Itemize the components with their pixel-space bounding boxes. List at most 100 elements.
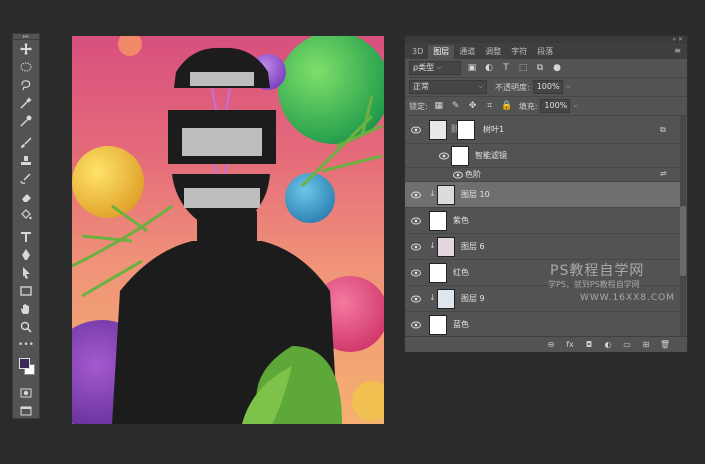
path-select-tool[interactable] bbox=[13, 264, 39, 282]
lasso-tool[interactable] bbox=[13, 76, 39, 94]
eye-icon[interactable] bbox=[411, 321, 421, 329]
more-tools-button[interactable]: ••• bbox=[13, 336, 39, 354]
paint-bucket-icon bbox=[21, 209, 32, 220]
layer-filter-select[interactable]: ρ类型 ⌵ bbox=[409, 61, 461, 75]
zoom-tool[interactable] bbox=[13, 318, 39, 336]
opacity-field[interactable]: 100% bbox=[532, 80, 563, 94]
panel-titlebar: » ✕ bbox=[405, 36, 687, 43]
hand-icon bbox=[21, 304, 29, 314]
hand-tool[interactable] bbox=[13, 300, 39, 318]
eraser-tool[interactable] bbox=[13, 188, 39, 206]
eye-icon[interactable] bbox=[411, 243, 421, 251]
filter-smart-object-icon[interactable]: ⧉ bbox=[534, 62, 546, 74]
pen-tool[interactable] bbox=[13, 246, 39, 264]
chevron-down-icon: ⌵ bbox=[437, 64, 442, 71]
history-brush-tool[interactable] bbox=[13, 170, 39, 188]
watermark-url: WWW.16XX8.COM bbox=[580, 293, 676, 303]
lock-pixels-icon[interactable]: ✎ bbox=[450, 100, 462, 112]
tab-character[interactable]: 字符 bbox=[506, 45, 532, 59]
blend-mode-select[interactable]: 正常 ⌵ bbox=[409, 80, 487, 94]
document-canvas[interactable] bbox=[72, 36, 384, 424]
tab-layers[interactable]: 图层 bbox=[428, 45, 455, 59]
more-icon[interactable]: ••• bbox=[18, 340, 34, 350]
filter-levels-row[interactable]: 色阶 ⇌ bbox=[405, 168, 681, 182]
brush-icon bbox=[21, 137, 32, 148]
layers-scrollbar[interactable] bbox=[680, 116, 686, 338]
adjustment-layer-icon[interactable]: ◐ bbox=[602, 340, 614, 349]
layer-name: 图层 10 bbox=[461, 190, 490, 199]
filter-shape-icon[interactable]: ⬚ bbox=[517, 62, 529, 74]
eyedropper-tool[interactable] bbox=[13, 112, 39, 130]
canvas-artwork bbox=[72, 36, 384, 424]
layer-row[interactable]: ↓ 图层 10 bbox=[405, 182, 681, 208]
small-orange-sphere bbox=[118, 36, 142, 56]
new-group-icon[interactable]: ▭ bbox=[621, 340, 633, 349]
brush-tool[interactable] bbox=[13, 134, 39, 152]
tab-3d[interactable]: 3D bbox=[407, 45, 428, 59]
layer-row[interactable]: 蓝色 bbox=[405, 312, 681, 338]
rectangle-icon bbox=[20, 286, 32, 296]
lock-all-icon[interactable]: 🔒 bbox=[501, 100, 513, 112]
layer-name: 紫色 bbox=[453, 216, 469, 225]
eye-icon[interactable] bbox=[411, 126, 421, 134]
eye-icon[interactable] bbox=[439, 152, 449, 160]
eye-icon[interactable] bbox=[411, 217, 421, 225]
grip-icon[interactable]: ▸▸ bbox=[23, 33, 29, 40]
eye-icon[interactable] bbox=[411, 295, 421, 303]
layer-thumbnail bbox=[429, 263, 447, 283]
add-mask-icon[interactable]: ◘ bbox=[583, 340, 595, 349]
layer-mask-thumbnail[interactable] bbox=[457, 120, 475, 140]
path-select-icon bbox=[23, 267, 30, 279]
trash-icon[interactable]: 🗑 bbox=[659, 340, 671, 349]
type-tool[interactable] bbox=[13, 228, 39, 246]
clipping-arrow-icon: ↓ bbox=[429, 241, 436, 250]
color-swatches[interactable] bbox=[13, 354, 39, 384]
smart-filter-mask-thumbnail[interactable] bbox=[451, 146, 469, 166]
lasso-icon bbox=[21, 80, 31, 91]
tab-adjustments[interactable]: 调整 bbox=[480, 45, 506, 59]
move-tool[interactable] bbox=[13, 40, 39, 58]
filter-toggle-icon[interactable]: ● bbox=[551, 62, 563, 74]
eye-icon[interactable] bbox=[411, 191, 421, 199]
screen-mode-button[interactable] bbox=[13, 402, 39, 420]
magic-wand-tool[interactable] bbox=[13, 94, 39, 112]
rectangle-tool[interactable] bbox=[13, 282, 39, 300]
smart-filters-row[interactable]: 智能滤镜 bbox=[405, 144, 681, 168]
stamp-tool[interactable] bbox=[13, 152, 39, 170]
new-layer-icon[interactable]: ⊞ bbox=[640, 340, 652, 349]
tab-channels[interactable]: 通道 bbox=[454, 45, 480, 59]
layer-thumbnail bbox=[429, 211, 447, 231]
paint-bucket-tool[interactable] bbox=[13, 206, 39, 224]
chevron-down-icon[interactable]: ⌵ bbox=[566, 83, 571, 91]
layer-row[interactable]: ↓ 图层 6 bbox=[405, 234, 681, 260]
blend-mode-label: 正常 bbox=[413, 82, 429, 91]
panel-menu-icon[interactable]: ≡ bbox=[674, 46, 681, 55]
lock-artboard-icon[interactable]: ⌗ bbox=[484, 100, 496, 112]
filter-type-icon[interactable]: T bbox=[500, 62, 512, 74]
marquee-icon bbox=[20, 62, 32, 72]
filter-adjustment-icon[interactable]: ◐ bbox=[483, 62, 495, 74]
clipping-arrow-icon: ↓ bbox=[429, 293, 436, 302]
eye-icon[interactable] bbox=[453, 171, 463, 179]
foreground-color-swatch[interactable] bbox=[19, 358, 30, 369]
filter-pixel-icon[interactable]: ▣ bbox=[466, 62, 478, 74]
lock-position-icon[interactable]: ✥ bbox=[467, 100, 479, 112]
layer-row[interactable]: ⛓ 树叶1 ⧉ bbox=[405, 116, 681, 144]
filter-options-icon[interactable]: ⇌ bbox=[660, 169, 667, 178]
layer-thumbnail bbox=[429, 315, 447, 335]
fill-field[interactable]: 100% bbox=[540, 99, 571, 113]
panel-close-icon[interactable]: » ✕ bbox=[672, 36, 683, 43]
quick-mask-button[interactable] bbox=[13, 384, 39, 402]
marquee-tool[interactable] bbox=[13, 58, 39, 76]
tab-paragraph[interactable]: 段落 bbox=[532, 45, 558, 59]
layer-row[interactable]: 紫色 bbox=[405, 208, 681, 234]
layer-name: 图层 6 bbox=[461, 242, 485, 251]
lock-row: 锁定: ▦ ✎ ✥ ⌗ 🔒 填充: 100% ⌵ bbox=[405, 97, 687, 116]
link-layers-icon[interactable]: ⊖ bbox=[545, 340, 557, 349]
lock-transparency-icon[interactable]: ▦ bbox=[433, 100, 445, 112]
chevron-down-icon[interactable]: ⌵ bbox=[573, 102, 578, 110]
scrollbar-thumb[interactable] bbox=[680, 206, 686, 276]
eye-icon[interactable] bbox=[411, 269, 421, 277]
fx-icon[interactable]: fx bbox=[564, 340, 576, 349]
clipping-arrow-icon: ↓ bbox=[429, 189, 436, 198]
